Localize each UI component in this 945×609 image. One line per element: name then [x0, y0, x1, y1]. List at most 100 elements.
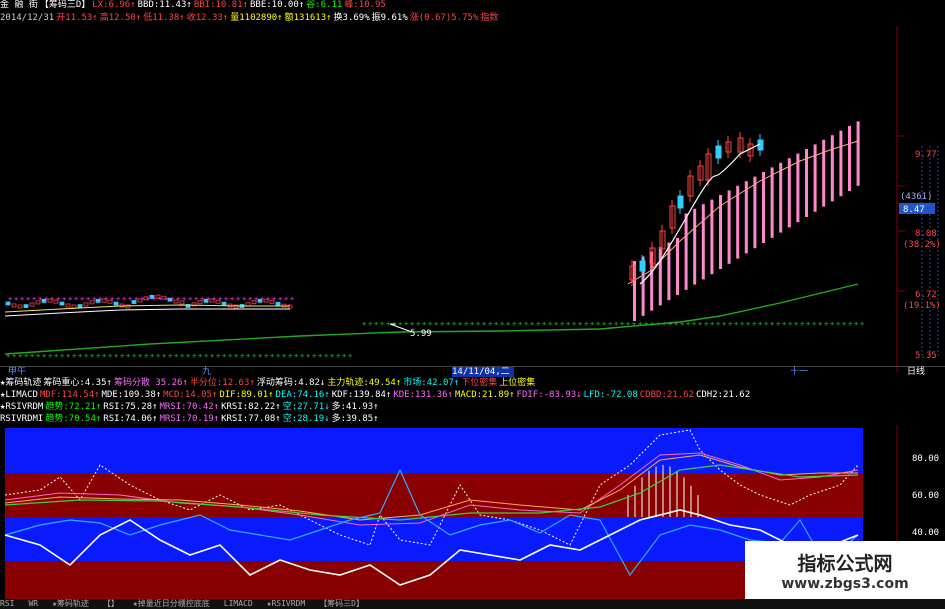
cross-marker: + [72, 352, 76, 360]
field-value: 2014/12/31 [0, 13, 55, 23]
cross-marker: + [782, 320, 786, 328]
price-tick: 6.72 [915, 290, 937, 300]
indicator-line-limacd[interactable]: ★LIMACD MDF:114.54↑ MDE:109.38↑ MCD:14.05↑ D… [0, 390, 752, 401]
cross-marker: + [74, 295, 78, 303]
cross-marker: + [260, 295, 264, 303]
price-tick: (38.2%) [903, 240, 941, 250]
cross-marker: + [276, 352, 280, 360]
cross-marker: + [428, 320, 432, 328]
cross-marker: + [242, 295, 246, 303]
cross-marker: + [132, 352, 136, 360]
cross-marker: + [312, 352, 316, 360]
hist-bar [676, 238, 679, 295]
field-value: MACD:21.89↑ [454, 390, 515, 400]
field-value: RSIVRDMI [0, 414, 44, 424]
hist-bar [796, 153, 800, 223]
cross-marker: + [78, 352, 82, 360]
cross-marker: + [194, 295, 198, 303]
indicator-tab[interactable]: ★掉量近日分绷控底底 [133, 599, 210, 608]
field-value: 市场:42.07↑ [403, 378, 460, 388]
field-value: MDE:109.38↑ [101, 390, 162, 400]
candle [71, 304, 77, 309]
cross-marker: + [524, 320, 528, 328]
hist-bar [753, 176, 757, 249]
field-value: DIF:89.01↑ [219, 390, 274, 400]
indicator-tab[interactable]: LIMACD [224, 599, 253, 608]
cross-marker: + [300, 352, 304, 360]
indicator-line-rsivrdm[interactable]: ★RSIVRDM 趋势:72.21↑ RSI:75.28↑ MRSI:70.42↑ KR… [0, 402, 381, 413]
hist-bar [693, 208, 697, 285]
cross-marker: + [14, 295, 18, 303]
cross-marker: + [212, 295, 216, 303]
cross-marker: + [542, 320, 546, 328]
date-cursor-label[interactable]: 14/11/04,二 [452, 367, 514, 377]
osc-tick: 60.00 [912, 491, 939, 501]
field-value: CDH2:21.62 [695, 390, 751, 400]
hist-bar [822, 139, 826, 207]
indicator-tab[interactable]: ★筹码轨迹 [52, 599, 89, 608]
cross-marker: + [182, 295, 186, 303]
indicator-line-rsivrdmi[interactable]: RSIVRDMI 趋势:70.54↑ RSI:74.06↑ MRSI:70.19↑ KR… [0, 414, 381, 425]
date-bar-left: 甲午 [8, 367, 27, 377]
cross-marker: + [566, 320, 570, 328]
field-value: KRSI:82.22↑ [221, 402, 281, 412]
cross-marker: + [476, 320, 480, 328]
cross-marker: + [470, 320, 474, 328]
cross-marker: + [96, 352, 100, 360]
price-chart[interactable]: + + + + + + + + + + + + + + + + + + + + + + + + + + + + + + + + + + + + + + + +… [0, 26, 945, 372]
cross-marker: + [68, 295, 72, 303]
field-value: 谷:6.11 [306, 0, 343, 10]
cross-marker: + [216, 352, 220, 360]
indicator-tab[interactable]: 【】 [103, 599, 119, 608]
cross-marker: + [218, 295, 222, 303]
cross-marker: + [704, 320, 708, 328]
cross-marker: + [162, 352, 166, 360]
field-value: 额131613↑ [284, 13, 332, 23]
field-value: BBE:10.00↑ [250, 0, 305, 10]
indicator-tab[interactable]: RSI [0, 599, 14, 608]
field-value: BBI:10.81↑ [193, 0, 248, 10]
date-bar: 甲午 九 14/11/04,二 十一 日线 [0, 366, 945, 377]
field-value: 【筹码三D】 [39, 0, 91, 10]
cross-marker: + [836, 320, 840, 328]
cross-marker: + [180, 352, 184, 360]
cross-marker: + [482, 320, 486, 328]
field-value: 多:39.85↑ [331, 414, 379, 424]
field-value: 空:27.71↓ [282, 402, 330, 412]
candle [17, 304, 23, 309]
indicator-line-chip[interactable]: ★筹码轨迹 筹码重心:4.35↑ 筹码分散 35.26↑ 半分位:12.63↑ 浮动筹码… [0, 378, 537, 389]
cross-marker: + [294, 352, 298, 360]
period-label[interactable]: 日线 [907, 367, 925, 377]
cross-marker: + [236, 295, 240, 303]
indicator-tab[interactable]: ★RSIVRDM [267, 599, 306, 608]
cross-marker: + [32, 295, 36, 303]
cross-marker: + [186, 352, 190, 360]
cross-marker: + [434, 320, 438, 328]
cross-marker: + [248, 295, 252, 303]
cross-marker: + [776, 320, 780, 328]
cross-marker: + [386, 320, 390, 328]
field-value: 趋势:70.54↑ [45, 414, 102, 424]
field-value: 筹码分散 35.26↑ [113, 378, 188, 388]
cross-marker: + [198, 352, 202, 360]
cross-marker: + [164, 295, 168, 303]
hist-bar [701, 204, 705, 280]
field-value: LX:6.96↑ [92, 0, 136, 10]
cross-marker: + [126, 352, 130, 360]
cross-marker: + [560, 320, 564, 328]
cross-marker: + [440, 320, 444, 328]
indicator-tab[interactable]: 【筹码三D】 [319, 599, 364, 608]
candle [715, 145, 722, 159]
cross-marker: + [66, 352, 70, 360]
cross-marker: + [348, 352, 352, 360]
field-value: 趋势:72.21↑ [45, 402, 102, 412]
cross-marker: + [90, 352, 94, 360]
stock-header-line1: 金 融 街【筹码三D】 LX:6.96↑ BBD:11.43↑ BBI:10.81↑ B… [0, 0, 388, 11]
cross-marker: + [48, 352, 52, 360]
cross-marker: + [494, 320, 498, 328]
indicator-tab[interactable]: WR [28, 599, 38, 608]
cross-marker: + [134, 295, 138, 303]
cross-marker: + [192, 352, 196, 360]
hist-bar [744, 181, 748, 254]
cross-marker: + [176, 295, 180, 303]
